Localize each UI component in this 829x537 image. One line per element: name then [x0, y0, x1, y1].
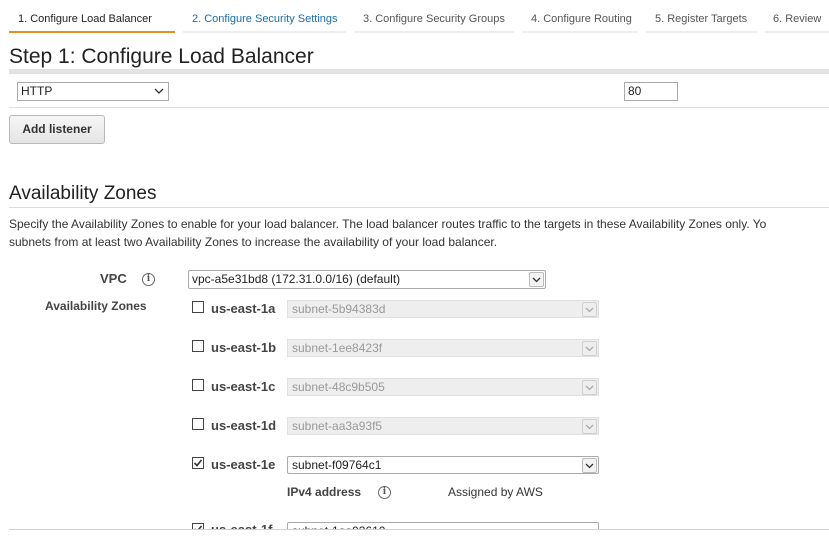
subnet-value: subnet-f09764c1 [292, 458, 382, 472]
vpc-select[interactable]: vpc-a5e31bd8 (172.31.0.0/16) (default) [188, 270, 546, 289]
subnet-value: subnet-aa3a93f5 [292, 419, 383, 433]
zone-checkbox-us-east-1d[interactable] [192, 418, 204, 430]
checkmark-icon [193, 459, 203, 467]
availability-description: Specify the Availability Zones to enable… [9, 215, 829, 251]
description-line: subnets from at least two Availability Z… [9, 235, 498, 249]
tab-register-targets[interactable]: 5. Register Targets [655, 13, 747, 25]
page-title: Step 1: Configure Load Balancer [9, 45, 314, 68]
subnet-select-us-east-1b: subnet-1ee8423f [287, 339, 599, 357]
vpc-value: vpc-a5e31bd8 (172.31.0.0/16) (default) [192, 272, 401, 286]
chevron-down-icon [582, 380, 597, 395]
section-divider [9, 207, 829, 208]
subnet-select-us-east-1d: subnet-aa3a93f5 [287, 417, 599, 435]
info-icon[interactable]: i [142, 273, 155, 286]
ipv4-address-label: IPv4 address [287, 485, 362, 499]
ipv4-address-value: Assigned by AWS [448, 485, 543, 499]
tab-underline [522, 31, 638, 33]
listener-protocol-select[interactable]: HTTP [17, 82, 169, 101]
tab-configure-security-groups[interactable]: 3. Configure Security Groups [363, 13, 505, 25]
subnet-value: subnet-48c9b505 [292, 380, 385, 394]
zone-checkbox-us-east-1b[interactable] [192, 340, 204, 352]
zone-checkbox-us-east-1c[interactable] [192, 379, 204, 391]
subnet-select-us-east-1c: subnet-48c9b505 [287, 378, 599, 396]
tab-underline [354, 31, 514, 33]
tab-underline [183, 31, 346, 33]
availability-zones-label: Availability Zones [45, 299, 147, 313]
zone-name: us-east-1e [211, 457, 276, 472]
chevron-down-icon [582, 419, 597, 434]
subnet-select-us-east-1a: subnet-5b94383d [287, 300, 599, 318]
zone-name: us-east-1c [211, 379, 276, 394]
tab-configure-security-settings[interactable]: 2. Configure Security Settings [192, 13, 338, 25]
bottom-divider [9, 529, 829, 530]
zone-name: us-east-1b [211, 340, 277, 355]
vpc-label: VPC [100, 271, 127, 286]
tab-configure-load-balancer[interactable]: 1. Configure Load Balancer [18, 13, 152, 25]
zone-checkbox-us-east-1a[interactable] [192, 301, 204, 313]
description-line: Specify the Availability Zones to enable… [9, 217, 767, 231]
subnet-select-us-east-1e[interactable]: subnet-f09764c1 [287, 456, 599, 474]
chevron-down-icon [582, 458, 597, 473]
chevron-down-icon [529, 272, 544, 287]
subnet-value: subnet-1ee8423f [292, 341, 383, 355]
tab-underline [765, 31, 829, 33]
active-tab-underline [9, 31, 175, 33]
listener-protocol-value: HTTP [21, 84, 53, 98]
wizard-tabs: 1. Configure Load Balancer 2. Configure … [0, 0, 829, 36]
zone-row-us-east-1f: us-east-1f subnet-1aa03610 [0, 520, 829, 529]
tab-configure-routing[interactable]: 4. Configure Routing [531, 13, 632, 25]
subnet-select-us-east-1f[interactable]: subnet-1aa03610 [287, 522, 599, 529]
zone-checkbox-us-east-1e[interactable] [192, 457, 204, 469]
add-listener-button[interactable]: Add listener [9, 115, 105, 144]
listener-port-input[interactable]: 80 [624, 82, 678, 101]
listener-port-value: 80 [628, 84, 642, 98]
info-icon[interactable]: i [378, 486, 391, 499]
title-divider [9, 69, 829, 74]
tab-review[interactable]: 6. Review [773, 13, 821, 25]
listener-row-divider [9, 107, 829, 108]
subnet-value: subnet-5b94383d [292, 302, 386, 316]
chevron-down-icon [154, 88, 164, 94]
zone-name: us-east-1a [211, 301, 276, 316]
chevron-down-icon [582, 341, 597, 356]
zone-name: us-east-1f [211, 522, 272, 529]
availability-zones-heading: Availability Zones [9, 183, 157, 204]
tab-underline [646, 31, 757, 33]
chevron-down-icon [582, 302, 597, 317]
zone-name: us-east-1d [211, 418, 277, 433]
